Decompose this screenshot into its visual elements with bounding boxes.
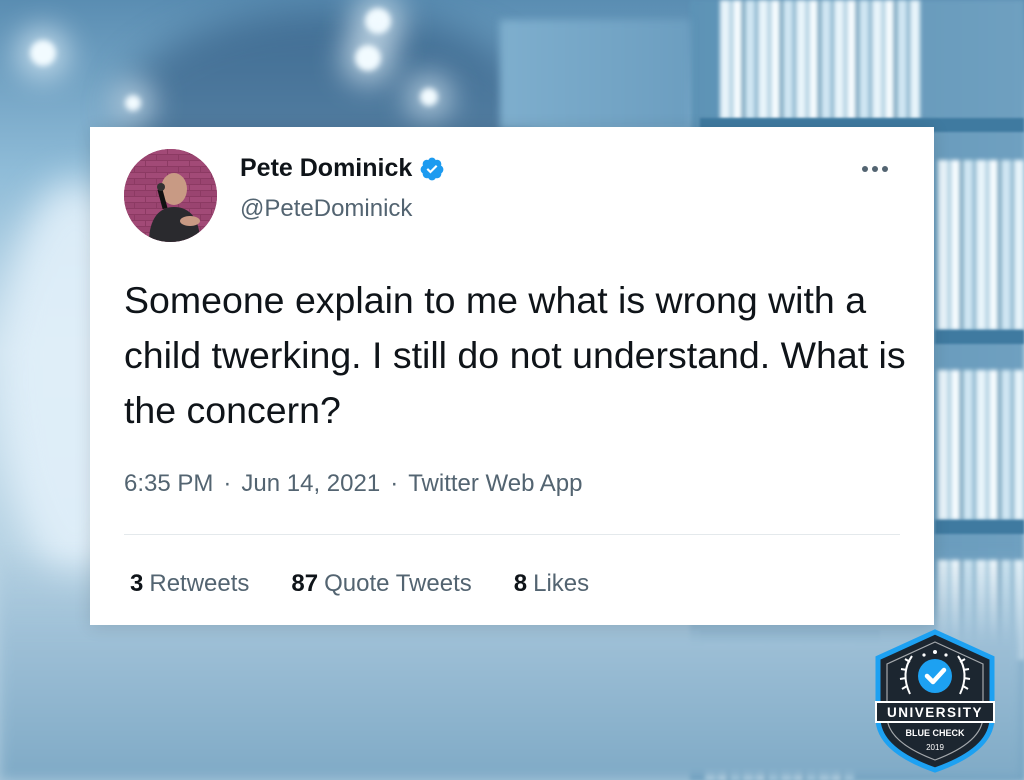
divider — [124, 534, 900, 535]
quote-tweets-count: 87 — [291, 570, 319, 597]
tweet-text: Someone explain to me what is wrong with… — [124, 279, 906, 431]
university-blue-check-badge: UNIVERSITY BLUE CHECK 2019 — [872, 628, 998, 774]
likes-count: 8 — [513, 570, 528, 597]
meta-separator: · — [223, 470, 232, 497]
tweet-card: Pete Dominick @PeteDominick Someone expl… — [90, 127, 934, 625]
tweet-source[interactable]: Twitter Web App — [408, 470, 582, 497]
avatar[interactable] — [124, 149, 217, 242]
retweets-stat[interactable]: 3 Retweets — [130, 570, 249, 598]
quote-tweets-stat[interactable]: 87 Quote Tweets — [291, 570, 471, 598]
author-row: Pete Dominick — [240, 154, 445, 183]
meta-separator: · — [390, 470, 399, 497]
quote-tweets-label: Quote Tweets — [324, 570, 472, 597]
likes-label: Likes — [533, 570, 590, 597]
badge-year: 2019 — [926, 743, 944, 752]
tweet-metadata: 6:35 PM · Jun 14, 2021 · Twitter Web App — [124, 470, 583, 498]
display-name[interactable]: Pete Dominick — [240, 154, 412, 183]
badge-subtitle: BLUE CHECK — [905, 728, 965, 738]
badge-title: UNIVERSITY — [887, 705, 983, 720]
user-handle[interactable]: @PeteDominick — [240, 195, 412, 223]
retweets-label: Retweets — [149, 570, 250, 597]
verified-check-icon — [419, 156, 445, 182]
tweet-time[interactable]: 6:35 PM — [124, 470, 213, 497]
tweet-date[interactable]: Jun 14, 2021 — [241, 470, 380, 497]
tweet-stats: 3 Retweets 87 Quote Tweets 8 Likes — [130, 570, 631, 598]
likes-stat[interactable]: 8 Likes — [514, 570, 589, 598]
retweets-count: 3 — [130, 570, 144, 597]
more-options-icon[interactable] — [862, 159, 898, 179]
